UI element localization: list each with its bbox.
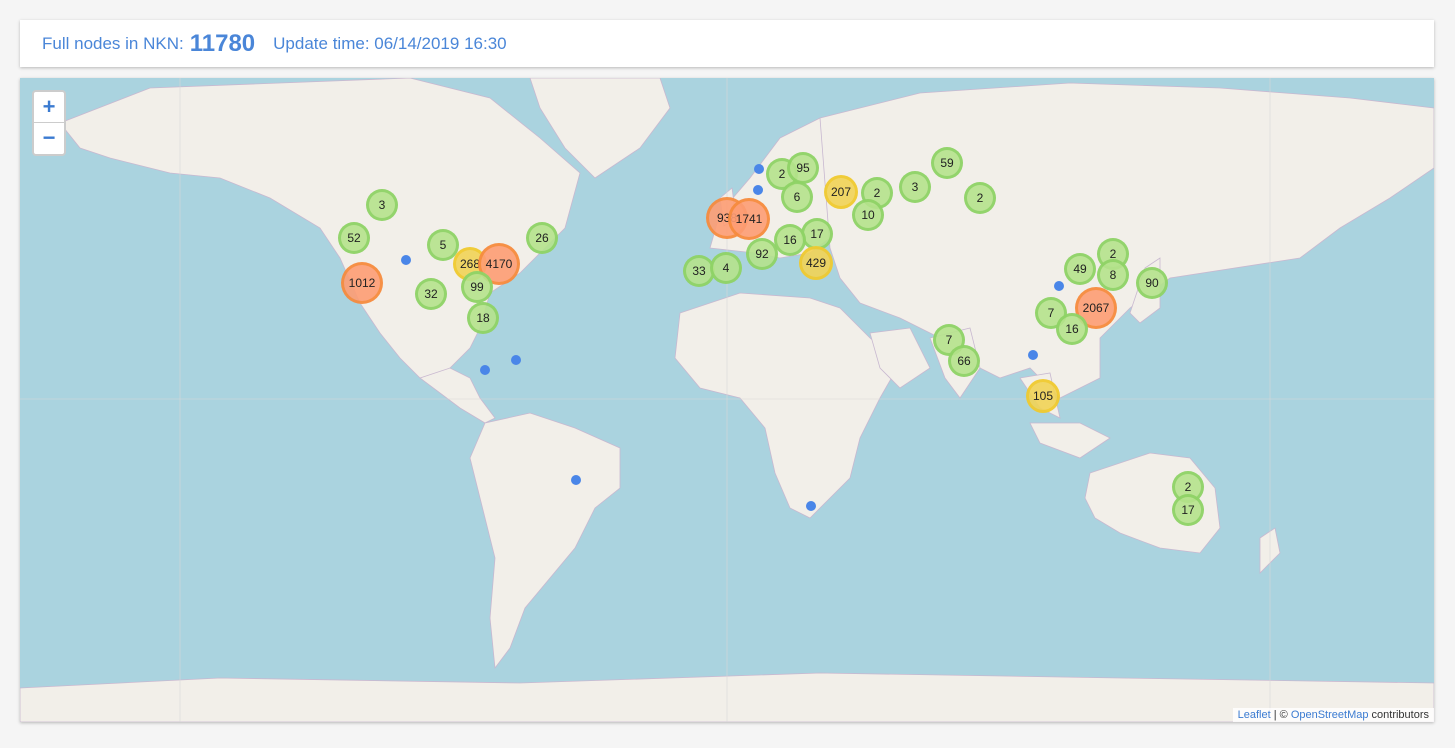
- cluster-count: 66: [957, 354, 971, 368]
- cluster-count: 32: [424, 287, 438, 301]
- cluster-marker[interactable]: 18: [467, 302, 499, 334]
- zoom-in-button[interactable]: +: [34, 92, 64, 123]
- cluster-count: 2: [778, 167, 786, 181]
- cluster-marker[interactable]: 3: [899, 171, 931, 203]
- cluster-count: 8: [1109, 268, 1117, 282]
- cluster-marker[interactable]: 2: [964, 182, 996, 214]
- cluster-marker[interactable]: 92: [746, 238, 778, 270]
- cluster-marker[interactable]: 10: [852, 199, 884, 231]
- cluster-count: 18: [476, 311, 490, 325]
- world-map[interactable]: + − 3 52 1012 5 268 4170 26 32 99 18 2 95 6 207 2 10 3 59…: [20, 78, 1434, 722]
- cluster-marker[interactable]: 3: [366, 189, 398, 221]
- zoom-out-button[interactable]: −: [34, 123, 64, 153]
- cluster-marker[interactable]: 26: [526, 222, 558, 254]
- cluster-marker[interactable]: 52: [338, 222, 370, 254]
- cluster-marker[interactable]: 16: [774, 224, 806, 256]
- cluster-count: 268: [459, 257, 481, 271]
- cluster-count: 1012: [348, 276, 376, 290]
- node-marker[interactable]: [571, 475, 581, 485]
- cluster-marker[interactable]: 32: [415, 278, 447, 310]
- cluster-count: 3: [378, 198, 386, 212]
- cluster-count: 1741: [735, 212, 763, 226]
- node-marker[interactable]: [806, 501, 816, 511]
- cluster-count: 17: [810, 227, 824, 241]
- cluster-marker[interactable]: 16: [1056, 313, 1088, 345]
- node-marker[interactable]: [1028, 350, 1038, 360]
- cluster-marker[interactable]: 105: [1026, 379, 1060, 413]
- cluster-count: 6: [793, 190, 801, 204]
- node-marker[interactable]: [754, 164, 764, 174]
- zoom-control: + −: [32, 90, 66, 156]
- cluster-count: 4: [722, 261, 730, 275]
- cluster-count: 90: [1145, 276, 1159, 290]
- cluster-count: 2: [976, 191, 984, 205]
- full-nodes-count: 11780: [189, 29, 256, 57]
- cluster-count: 95: [796, 161, 810, 175]
- node-marker[interactable]: [753, 185, 763, 195]
- cluster-marker[interactable]: 59: [931, 147, 963, 179]
- cluster-count: 16: [1065, 322, 1079, 336]
- update-time: Update time: 06/14/2019 16:30: [273, 33, 507, 53]
- attribution-separator: | ©: [1270, 709, 1291, 721]
- cluster-marker[interactable]: 49: [1064, 253, 1096, 285]
- cluster-marker[interactable]: 8: [1097, 259, 1129, 291]
- cluster-count: 17: [1181, 503, 1195, 517]
- cluster-count: 5: [439, 238, 447, 252]
- cluster-count: 16: [783, 233, 797, 247]
- cluster-count: 207: [830, 185, 852, 199]
- cluster-marker[interactable]: 6: [781, 181, 813, 213]
- stats-header: Full nodes in NKN: 11780 Update time: 06…: [20, 20, 1434, 67]
- cluster-marker[interactable]: 207: [824, 175, 858, 209]
- node-marker[interactable]: [480, 365, 490, 375]
- cluster-marker[interactable]: 99: [461, 271, 493, 303]
- node-marker[interactable]: [401, 255, 411, 265]
- node-marker[interactable]: [511, 355, 521, 365]
- cluster-marker[interactable]: 4: [710, 252, 742, 284]
- cluster-marker[interactable]: 95: [787, 152, 819, 184]
- cluster-marker[interactable]: 66: [948, 345, 980, 377]
- cluster-count: 2067: [1082, 301, 1110, 315]
- cluster-marker[interactable]: 429: [799, 246, 833, 280]
- cluster-count: 26: [535, 231, 549, 245]
- cluster-count: 3: [911, 180, 919, 194]
- cluster-count: 92: [755, 247, 769, 261]
- osm-link[interactable]: OpenStreetMap: [1291, 709, 1369, 721]
- cluster-count: 49: [1073, 262, 1087, 276]
- cluster-count: 429: [805, 256, 827, 270]
- cluster-count: 52: [347, 231, 361, 245]
- full-nodes-label: Full nodes in NKN:: [42, 33, 184, 53]
- map-tiles: [20, 78, 1434, 722]
- cluster-count: 59: [940, 156, 954, 170]
- cluster-count: 105: [1032, 389, 1054, 403]
- cluster-count: 10: [861, 208, 875, 222]
- cluster-marker[interactable]: 1012: [341, 262, 383, 304]
- cluster-count: 33: [692, 264, 706, 278]
- cluster-count: 7: [945, 333, 953, 347]
- cluster-count: 4170: [485, 257, 513, 271]
- leaflet-link[interactable]: Leaflet: [1238, 709, 1271, 721]
- attribution-suffix: contributors: [1368, 709, 1429, 721]
- attribution: Leaflet | © OpenStreetMap contributors: [1232, 708, 1434, 722]
- cluster-count: 99: [470, 280, 484, 294]
- node-marker[interactable]: [1054, 281, 1064, 291]
- cluster-marker[interactable]: 1741: [728, 198, 770, 240]
- cluster-count: 7: [1047, 306, 1055, 320]
- cluster-marker[interactable]: 17: [1172, 494, 1204, 526]
- cluster-count: 2: [873, 186, 881, 200]
- cluster-count: 2: [1184, 480, 1192, 494]
- cluster-marker[interactable]: 90: [1136, 267, 1168, 299]
